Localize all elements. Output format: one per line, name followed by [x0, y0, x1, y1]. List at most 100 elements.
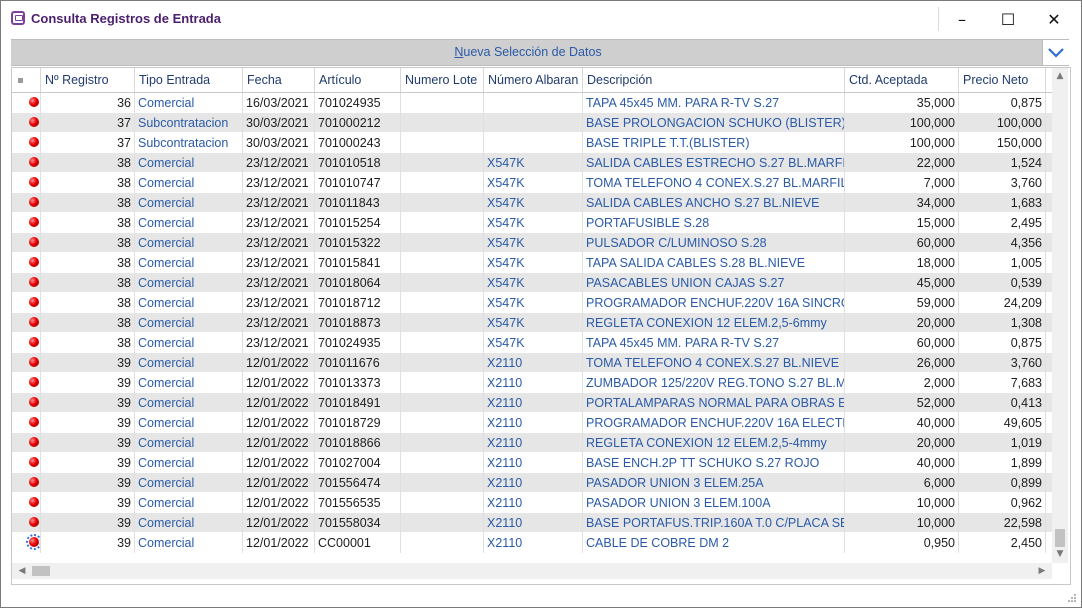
row-selector[interactable] — [12, 293, 41, 313]
cell-tipo[interactable]: Comercial — [135, 293, 243, 313]
cell-cantidad[interactable]: 20,000 — [845, 313, 959, 333]
cell-articulo[interactable]: 701000212 — [315, 113, 401, 133]
cell-articulo[interactable]: 701558034 — [315, 513, 401, 533]
vertical-scrollbar[interactable]: ▲ ▼ — [1052, 68, 1068, 563]
cell-tipo[interactable]: Comercial — [135, 373, 243, 393]
table-row[interactable]: 39 Comercial 12/01/2022 701556535 X2110 PASAD… — [12, 493, 1052, 513]
cell-cantidad[interactable]: 45,000 — [845, 273, 959, 293]
row-selector[interactable] — [12, 373, 41, 393]
cell-fecha[interactable]: 12/01/2022 — [243, 373, 315, 393]
cell-descripcion[interactable]: PROGRAMADOR ENCHUF.220V 16A ELECTRO — [583, 413, 845, 433]
cell-registro[interactable]: 39 — [41, 353, 135, 373]
cell-fecha[interactable]: 23/12/2021 — [243, 173, 315, 193]
cell-precio[interactable]: 1,524 — [959, 153, 1046, 173]
cell-lote[interactable] — [401, 253, 484, 273]
table-row[interactable]: 37 Subcontratacion 30/03/2021 701000243 BASE… — [12, 133, 1052, 153]
cell-tipo[interactable]: Comercial — [135, 193, 243, 213]
cell-lote[interactable] — [401, 333, 484, 353]
selection-toggle-button[interactable] — [1042, 40, 1069, 65]
cell-articulo[interactable]: 701556474 — [315, 473, 401, 493]
cell-precio[interactable]: 2,495 — [959, 213, 1046, 233]
row-selector[interactable] — [12, 473, 41, 493]
cell-albaran[interactable]: X547K — [484, 253, 583, 273]
row-selector[interactable] — [12, 433, 41, 453]
cell-albaran[interactable]: X2110 — [484, 513, 583, 533]
cell-fecha[interactable]: 16/03/2021 — [243, 93, 315, 113]
cell-fecha[interactable]: 23/12/2021 — [243, 193, 315, 213]
cell-tipo[interactable]: Comercial — [135, 513, 243, 533]
cell-precio[interactable]: 100,000 — [959, 113, 1046, 133]
cell-precio[interactable]: 7,683 — [959, 373, 1046, 393]
cell-tipo[interactable]: Comercial — [135, 153, 243, 173]
row-selector[interactable] — [12, 413, 41, 433]
cell-tipo[interactable]: Comercial — [135, 433, 243, 453]
cell-tipo[interactable]: Subcontratacion — [135, 133, 243, 153]
cell-cantidad[interactable]: 35,000 — [845, 93, 959, 113]
cell-albaran[interactable]: X547K — [484, 153, 583, 173]
cell-albaran[interactable]: X2110 — [484, 373, 583, 393]
cell-precio[interactable]: 150,000 — [959, 133, 1046, 153]
cell-cantidad[interactable]: 15,000 — [845, 213, 959, 233]
cell-albaran[interactable]: X547K — [484, 293, 583, 313]
new-selection-link[interactable]: Nueva Selección de Datos — [11, 45, 1045, 59]
cell-precio[interactable]: 0,899 — [959, 473, 1046, 493]
cell-descripcion[interactable]: REGLETA CONEXION 12 ELEM.2,5-6mmy — [583, 313, 845, 333]
cell-tipo[interactable]: Comercial — [135, 493, 243, 513]
vertical-scroll-thumb[interactable] — [1055, 529, 1065, 547]
row-selector[interactable] — [12, 193, 41, 213]
cell-descripcion[interactable]: TOMA TELEFONO 4 CONEX.S.27 BL.NIEVE — [583, 353, 845, 373]
row-selector[interactable] — [12, 453, 41, 473]
cell-fecha[interactable]: 30/03/2021 — [243, 113, 315, 133]
cell-articulo[interactable]: 701024935 — [315, 93, 401, 113]
cell-fecha[interactable]: 12/01/2022 — [243, 533, 315, 553]
cell-precio[interactable]: 3,760 — [959, 353, 1046, 373]
column-header-descripcion[interactable]: Descripción — [583, 68, 845, 92]
cell-albaran[interactable]: X547K — [484, 173, 583, 193]
column-header-registro[interactable]: Nº Registro — [41, 68, 135, 92]
cell-articulo[interactable]: 701011676 — [315, 353, 401, 373]
column-header-lote[interactable]: Numero Lote — [401, 68, 484, 92]
cell-registro[interactable]: 39 — [41, 533, 135, 553]
cell-fecha[interactable]: 23/12/2021 — [243, 313, 315, 333]
cell-descripcion[interactable]: PASADOR UNION 3 ELEM.100A — [583, 493, 845, 513]
cell-fecha[interactable]: 23/12/2021 — [243, 293, 315, 313]
cell-lote[interactable] — [401, 533, 484, 553]
cell-registro[interactable]: 39 — [41, 473, 135, 493]
row-selector-header[interactable] — [12, 68, 41, 92]
cell-cantidad[interactable]: 100,000 — [845, 113, 959, 133]
cell-lote[interactable] — [401, 233, 484, 253]
cell-precio[interactable]: 0,413 — [959, 393, 1046, 413]
cell-registro[interactable]: 39 — [41, 413, 135, 433]
close-button[interactable]: ✕ — [1031, 1, 1077, 37]
cell-lote[interactable] — [401, 213, 484, 233]
cell-descripcion[interactable]: TAPA 45x45 MM. PARA R-TV S.27 — [583, 93, 845, 113]
cell-articulo[interactable]: CC00001 — [315, 533, 401, 553]
cell-descripcion[interactable]: BASE PROLONGACION SCHUKO (BLISTER) — [583, 113, 845, 133]
row-selector[interactable] — [12, 533, 41, 553]
scroll-down-icon[interactable]: ▼ — [1052, 546, 1068, 562]
cell-registro[interactable]: 37 — [41, 113, 135, 133]
cell-articulo[interactable]: 701018866 — [315, 433, 401, 453]
cell-articulo[interactable]: 701556535 — [315, 493, 401, 513]
cell-registro[interactable]: 36 — [41, 93, 135, 113]
cell-precio[interactable]: 22,598 — [959, 513, 1046, 533]
table-row[interactable]: 39 Comercial 12/01/2022 701018491 X2110 PORTA… — [12, 393, 1052, 413]
records-grid[interactable]: Nº Registro Tipo Entrada Fecha Artículo … — [11, 67, 1071, 585]
resize-grip-icon[interactable] — [1067, 593, 1077, 603]
cell-albaran[interactable]: X2110 — [484, 433, 583, 453]
cell-descripcion[interactable]: CABLE DE COBRE DM 2 — [583, 533, 845, 553]
row-selector[interactable] — [12, 133, 41, 153]
selection-bar[interactable]: Nueva Selección de Datos — [11, 39, 1069, 66]
cell-lote[interactable] — [401, 453, 484, 473]
row-selector[interactable] — [12, 333, 41, 353]
cell-fecha[interactable]: 23/12/2021 — [243, 213, 315, 233]
cell-fecha[interactable]: 23/12/2021 — [243, 253, 315, 273]
cell-cantidad[interactable]: 0,950 — [845, 533, 959, 553]
cell-albaran[interactable] — [484, 133, 583, 153]
cell-lote[interactable] — [401, 293, 484, 313]
row-selector[interactable] — [12, 273, 41, 293]
cell-fecha[interactable]: 23/12/2021 — [243, 333, 315, 353]
cell-articulo[interactable]: 701010518 — [315, 153, 401, 173]
table-row[interactable]: 39 Comercial 12/01/2022 701011676 X2110 TOMA … — [12, 353, 1052, 373]
cell-lote[interactable] — [401, 513, 484, 533]
